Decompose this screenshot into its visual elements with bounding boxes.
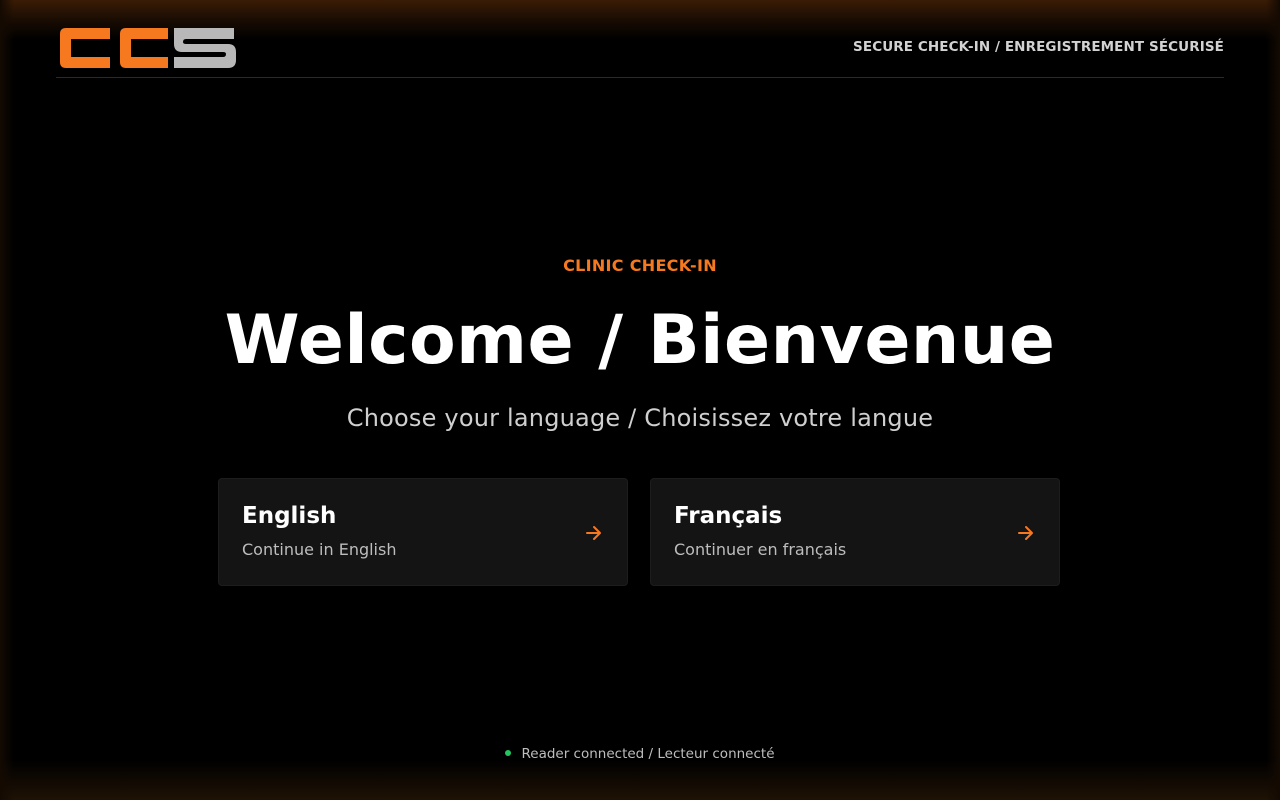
- ccs-logo: [60, 28, 236, 68]
- clinic-checkin-label: CLINIC CHECK-IN: [563, 256, 717, 275]
- french-language-button[interactable]: Français Continuer en français: [650, 478, 1060, 586]
- checkin-page: SECURE CHECK-IN / ENREGISTREMENT SÉCURIS…: [0, 0, 1280, 800]
- right-glow: [1266, 0, 1280, 800]
- arrow-right-icon: [1018, 526, 1033, 540]
- language-prompt: Choose your language / Choisissez votre …: [346, 404, 934, 432]
- english-language-button[interactable]: English Continue in English: [218, 478, 628, 586]
- secure-checkin-tagline: SECURE CHECK-IN / ENREGISTREMENT SÉCURIS…: [853, 39, 1224, 55]
- bottom-glow: [0, 760, 1280, 800]
- page-title: Welcome / Bienvenue: [224, 301, 1056, 380]
- reader-status: Reader connected / Lecteur connecté: [0, 746, 1280, 762]
- status-indicator-dot: [505, 750, 512, 756]
- left-glow: [0, 0, 14, 800]
- arrow-right-icon: [586, 526, 601, 540]
- language-name: English: [242, 503, 337, 529]
- language-name: Français: [674, 503, 783, 529]
- language-description: Continuer en français: [674, 540, 847, 559]
- reader-status-text: Reader connected / Lecteur connecté: [521, 746, 775, 762]
- header: SECURE CHECK-IN / ENREGISTREMENT SÉCURIS…: [56, 22, 1224, 78]
- language-description: Continue in English: [242, 540, 397, 559]
